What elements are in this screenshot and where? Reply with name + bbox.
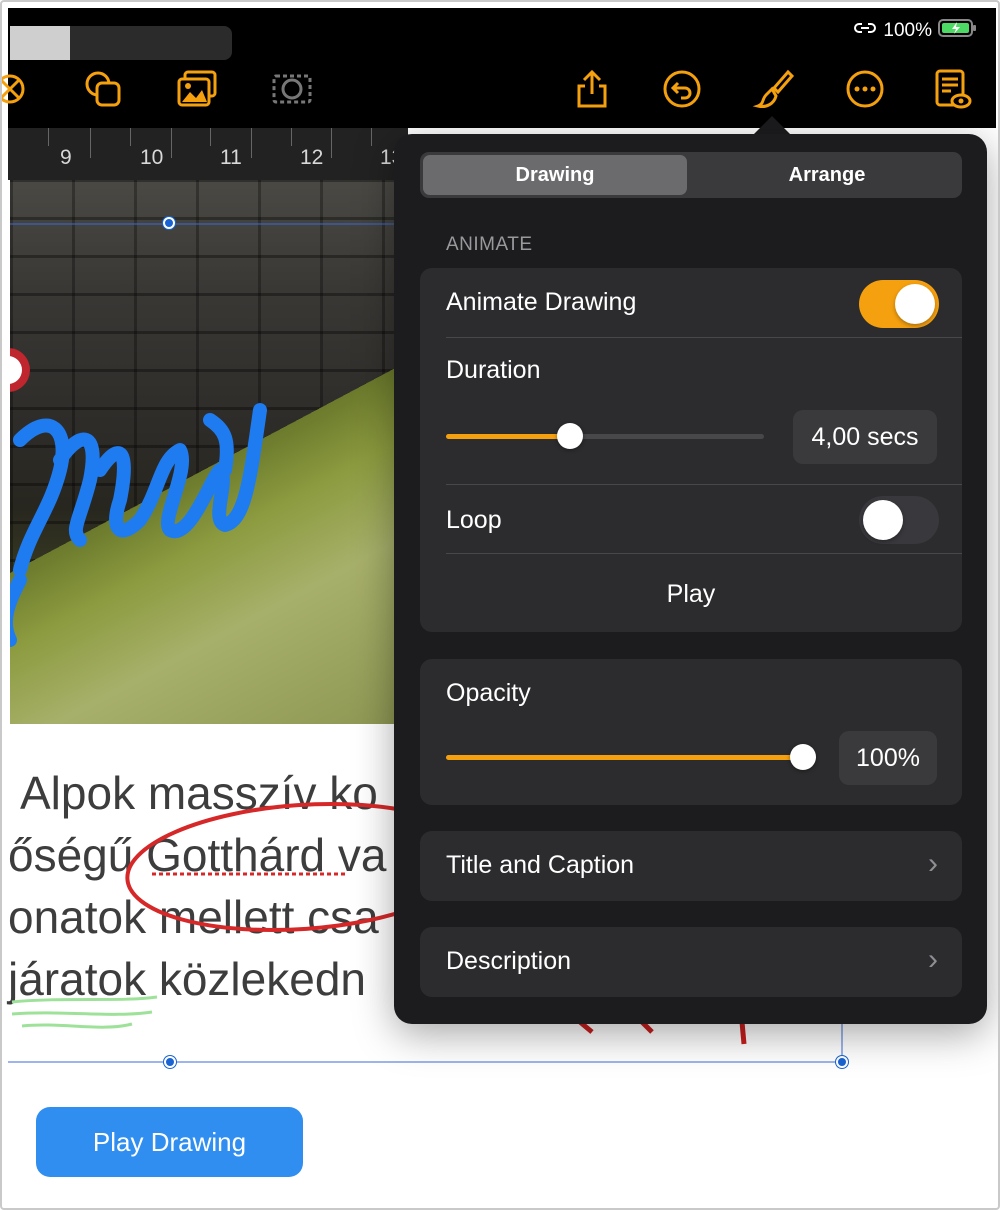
- toggle-knob: [895, 284, 935, 324]
- opacity-slider-fill: [446, 755, 816, 760]
- shapes-icon[interactable]: [2, 64, 42, 114]
- paintbrush-icon[interactable]: [748, 64, 798, 114]
- selection-handle[interactable]: [164, 1056, 176, 1068]
- loop-toggle[interactable]: [859, 496, 939, 544]
- duration-slider-fill: [446, 434, 571, 439]
- chevron-right-icon: ›: [928, 943, 938, 976]
- document-line: őségű Gotthárd va: [8, 829, 387, 881]
- toggle-knob: [863, 500, 903, 540]
- animate-drawing-label: Animate Drawing: [446, 288, 637, 316]
- battery-percent: 100%: [883, 20, 932, 41]
- opacity-slider[interactable]: [446, 744, 816, 770]
- mask-icon[interactable]: [267, 64, 317, 114]
- opacity-value[interactable]: 100%: [839, 731, 937, 785]
- duration-label: Duration: [446, 356, 541, 384]
- scrubber-fill: [10, 26, 70, 60]
- ruler: 9 10 11 12 13: [8, 128, 408, 180]
- battery-icon: [938, 18, 978, 44]
- title-and-caption-label: Title and Caption: [446, 851, 635, 879]
- tab-drawing[interactable]: Drawing: [423, 155, 687, 195]
- duration-value[interactable]: 4,00 secs: [793, 410, 937, 464]
- duration-slider[interactable]: [446, 423, 764, 449]
- description-row[interactable]: Description ›: [420, 927, 962, 997]
- opacity-label: Opacity: [446, 679, 531, 707]
- play-button[interactable]: Play: [420, 580, 962, 609]
- document-view-icon[interactable]: [927, 64, 977, 114]
- animate-group: Animate Drawing Duration 4,00 secs Loop …: [420, 268, 962, 632]
- photo-icon[interactable]: [172, 64, 222, 114]
- undo-icon[interactable]: [657, 64, 707, 114]
- app-window: 100% 9 10 11 12 13 Alpok masszív ko őség…: [0, 0, 1000, 1210]
- opacity-group: Opacity 100%: [420, 659, 962, 805]
- segmented-control: Drawing Arrange: [420, 152, 962, 198]
- document-line: Alpok masszív ko: [20, 767, 378, 819]
- animate-section-header: ANIMATE: [446, 234, 533, 255]
- duration-slider-thumb[interactable]: [557, 423, 583, 449]
- selection-handle[interactable]: [836, 1056, 848, 1068]
- photo-image[interactable]: [10, 180, 408, 724]
- chevron-right-icon: ›: [928, 847, 938, 880]
- link-icon: [853, 20, 877, 42]
- ruler-number: 9: [60, 146, 72, 169]
- tab-arrange[interactable]: Arrange: [695, 155, 959, 195]
- format-popover: Drawing Arrange ANIMATE Animate Drawing …: [394, 134, 987, 1024]
- copy-icon[interactable]: [78, 64, 128, 114]
- play-drawing-button[interactable]: Play Drawing: [36, 1107, 303, 1177]
- ruler-number: 10: [140, 146, 164, 169]
- opacity-slider-thumb[interactable]: [790, 744, 816, 770]
- title-and-caption-row[interactable]: Title and Caption ›: [420, 831, 962, 901]
- popover-arrow: [752, 116, 792, 136]
- more-icon[interactable]: [840, 64, 890, 114]
- animate-drawing-toggle[interactable]: [859, 280, 939, 328]
- document-line: onatok mellett csa: [8, 891, 379, 943]
- description-label: Description: [446, 947, 572, 975]
- status-bar: 100%: [853, 18, 978, 44]
- ruler-number: 12: [300, 146, 324, 169]
- document-line: járatok közlekedn: [8, 953, 366, 1005]
- loop-label: Loop: [446, 506, 502, 534]
- selection-handle[interactable]: [163, 217, 175, 229]
- blue-scribble-drawing[interactable]: [10, 180, 408, 724]
- share-icon[interactable]: [567, 64, 617, 114]
- progress-scrubber[interactable]: [10, 26, 232, 60]
- ruler-number: 11: [220, 146, 242, 169]
